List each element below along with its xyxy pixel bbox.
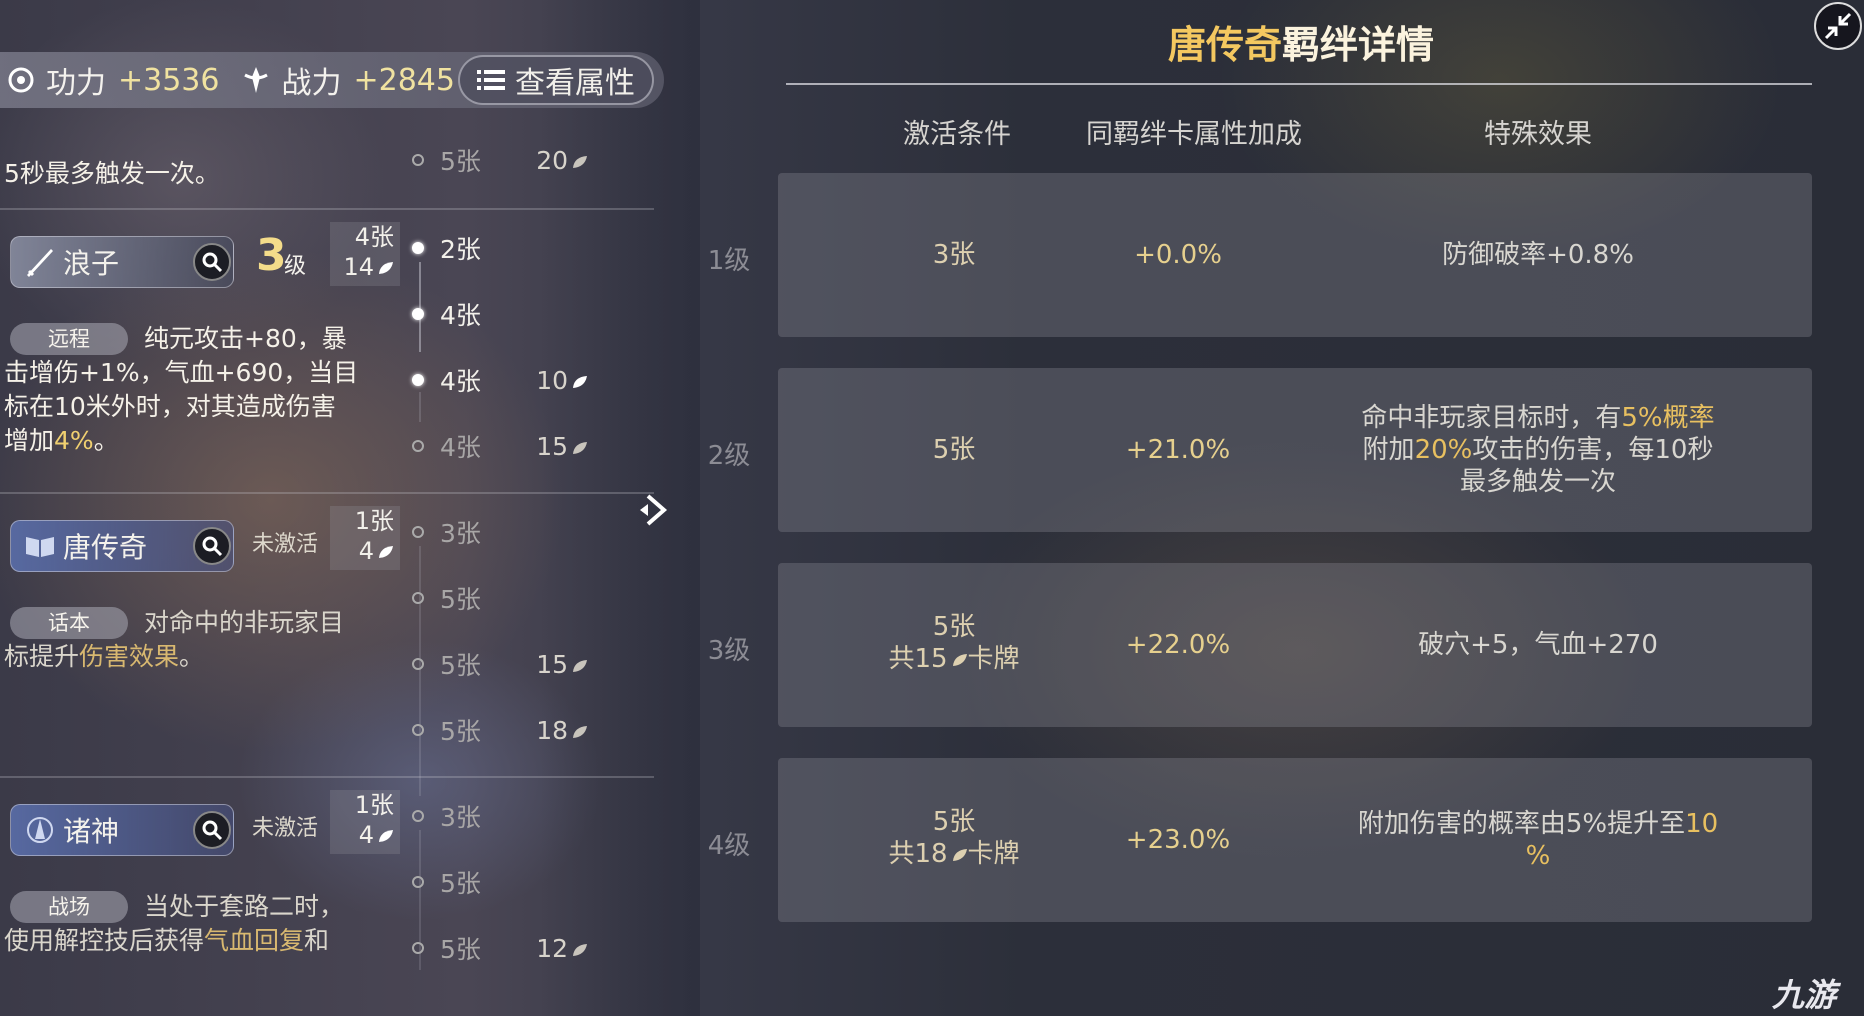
leaf-icon bbox=[379, 262, 393, 274]
effect-cell: 防御破率+0.8% bbox=[1442, 240, 1634, 270]
tier-points: 20 bbox=[518, 146, 588, 175]
leaf-icon bbox=[952, 653, 967, 666]
row-level: 1级 bbox=[707, 246, 751, 276]
divider bbox=[0, 208, 654, 210]
view-attributes-button[interactable]: 查看属性 bbox=[458, 55, 654, 105]
leaf-icon bbox=[573, 155, 587, 168]
level-row: 5张 +21.0% 命中非玩家目标时，有5%概率 附加20%攻击的伤害，每10秒… bbox=[778, 368, 1812, 532]
leaf-icon bbox=[573, 375, 587, 388]
sword-icon bbox=[27, 249, 53, 277]
leaf-icon bbox=[952, 848, 967, 861]
stat-bar: 功力 +3536 战力 +2845 查看属性 bbox=[0, 52, 664, 108]
search-button[interactable] bbox=[193, 243, 231, 281]
bond-name: 诸神 bbox=[63, 815, 120, 848]
panel-title: 唐传奇羁绊详情 bbox=[1167, 22, 1435, 67]
collapse-icon bbox=[1824, 12, 1852, 40]
search-icon bbox=[202, 252, 223, 273]
tier-row: 2张 bbox=[412, 230, 510, 266]
condition-cell: 5张 共18 卡牌 bbox=[888, 807, 1020, 869]
level-row: 5张 共15 卡牌 +22.0% 破穴+5，气血+270 bbox=[778, 563, 1812, 727]
level-row: 3张 +0.0% 防御破率+0.8% bbox=[778, 173, 1812, 337]
tier-row: 4张 10 bbox=[412, 362, 588, 398]
tier-row: 5张 bbox=[412, 864, 510, 900]
tier-row: 3张 bbox=[412, 514, 510, 550]
bonus-cell: +23.0% bbox=[1125, 825, 1231, 855]
leaf-icon bbox=[573, 725, 587, 738]
combat-value: +2845 bbox=[353, 62, 455, 98]
bonus-cell: +22.0% bbox=[1125, 630, 1231, 660]
level-row: 5张 共18 卡牌 +23.0% 附加伤害的概率由5%提升至10 % bbox=[778, 758, 1812, 922]
book-icon bbox=[26, 537, 54, 557]
combat-icon bbox=[244, 67, 269, 93]
combat-stat: 战力 +2845 bbox=[241, 58, 455, 102]
row-level: 3级 bbox=[707, 636, 751, 666]
power-label: 功力 bbox=[46, 66, 106, 101]
search-button[interactable] bbox=[193, 811, 231, 849]
view-attributes-label: 查看属性 bbox=[515, 66, 635, 101]
condition-cell: 3张 bbox=[932, 240, 976, 270]
deity-icon bbox=[27, 817, 53, 843]
bond-name: 唐传奇 bbox=[63, 531, 148, 564]
bond-count: 1张 4 bbox=[330, 790, 400, 854]
bonus-cell: +0.0% bbox=[1134, 240, 1222, 270]
leaf-icon bbox=[379, 546, 393, 558]
leaf-icon bbox=[573, 659, 587, 672]
tier-row: 5张 12 bbox=[412, 930, 588, 966]
effect-cell: 破穴+5，气血+270 bbox=[1418, 630, 1658, 660]
col-header-bonus: 同羁绊卡属性加成 bbox=[1086, 119, 1302, 150]
search-icon bbox=[202, 536, 223, 557]
leaf-icon bbox=[573, 441, 587, 454]
row-level: 4级 bbox=[707, 831, 751, 861]
watermark: 九游 bbox=[1772, 976, 1837, 1014]
bond-name: 浪子 bbox=[63, 247, 120, 280]
tier-count: 5张 bbox=[440, 147, 481, 176]
condition-cell: 5张 共15 卡牌 bbox=[888, 612, 1020, 674]
col-header-effect: 特殊效果 bbox=[1484, 119, 1592, 150]
divider bbox=[0, 492, 654, 494]
list-icon bbox=[477, 70, 505, 90]
bond-description: 当处于套路二时， 使用解控技后获得气血回复和 bbox=[4, 892, 345, 955]
search-button[interactable] bbox=[193, 527, 231, 565]
bond-count: 4张 14 bbox=[330, 222, 400, 286]
search-icon bbox=[202, 820, 223, 841]
bond-status: 未激活 bbox=[252, 816, 319, 841]
bond-level-unit: 级 bbox=[284, 254, 307, 279]
bonus-cell: +21.0% bbox=[1125, 435, 1231, 465]
tier-row: 4张 15 bbox=[412, 428, 588, 464]
tier-row: 5张 bbox=[412, 580, 510, 616]
tier-row: 5张 15 bbox=[412, 646, 588, 682]
tier-row: 5张 18 bbox=[412, 712, 588, 748]
bond-level: 3 bbox=[256, 230, 287, 281]
effect-cell: 附加伤害的概率由5%提升至10 % bbox=[1357, 809, 1719, 871]
leaf-icon bbox=[379, 830, 393, 842]
col-header-condition: 激活条件 bbox=[903, 119, 1011, 150]
tier-row: 3张 bbox=[412, 798, 510, 834]
tier-row: 4张 bbox=[412, 296, 510, 332]
combat-label: 战力 bbox=[281, 66, 342, 101]
effect-cell: 命中非玩家目标时，有5%概率 附加20%攻击的伤害，每10秒 最多触发一次 bbox=[1361, 403, 1715, 497]
prev-bond-tier: 5张 20 bbox=[412, 142, 588, 178]
condition-cell: 5张 bbox=[932, 435, 976, 465]
bond-status: 未激活 bbox=[252, 532, 319, 557]
prev-bond-desc-tail: 5秒最多触发一次。 bbox=[4, 159, 220, 188]
tier-dot bbox=[412, 154, 424, 166]
power-icon bbox=[8, 67, 34, 93]
row-level: 2级 bbox=[707, 441, 751, 471]
title-divider bbox=[786, 83, 1812, 85]
power-value: +3536 bbox=[118, 62, 220, 98]
bond-count: 1张 4 bbox=[330, 506, 400, 570]
leaf-icon bbox=[573, 943, 587, 956]
bond-description: 纯元攻击+80，暴 击增伤+1%，气血+690，当目 标在10米外时，对其造成伤… bbox=[4, 324, 359, 455]
bond-description: 对命中的非玩家目 标提升伤害效果。 bbox=[4, 608, 345, 671]
chevron-right-icon bbox=[640, 494, 668, 526]
power-stat: 功力 +3536 bbox=[6, 58, 219, 102]
close-button[interactable] bbox=[1814, 2, 1862, 50]
divider bbox=[0, 776, 654, 778]
